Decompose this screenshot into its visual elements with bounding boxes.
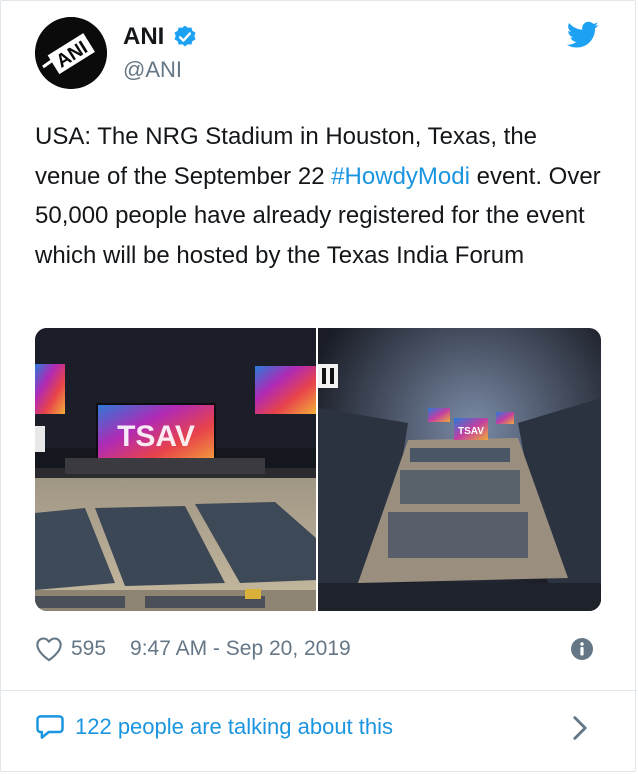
heart-icon[interactable] — [35, 636, 63, 662]
tweet-text: USA: The NRG Stadium in Houston, Texas, … — [35, 117, 605, 275]
stadium-wide-photo[interactable]: TSAV — [318, 328, 601, 611]
author-name[interactable]: ANI — [123, 23, 164, 51]
stadium-stage-photo[interactable]: TSAV — [35, 328, 316, 611]
chevron-right-icon[interactable] — [571, 715, 589, 741]
conversation-text: 122 people are talking about this — [75, 714, 394, 739]
stage-screen-text: TSAV — [117, 420, 195, 453]
verified-badge-icon — [174, 25, 196, 47]
speech-bubble-icon — [36, 715, 64, 739]
media-grid: TSAV TSAV — [35, 328, 601, 611]
author-row: ANI — [123, 23, 198, 51]
wide-screen-text: TSAV — [458, 426, 484, 437]
like-count[interactable]: 595 — [71, 637, 106, 661]
timestamp[interactable]: 9:47 AM - Sep 20, 2019 — [130, 637, 351, 661]
tweet-card: ANI ANI @ANI USA: The NRG Stadium in Hou… — [0, 0, 637, 772]
ani-logo: ANI — [35, 17, 107, 89]
tweet-meta: 595 9:47 AM - Sep 20, 2019 — [35, 633, 351, 665]
divider — [1, 690, 637, 691]
info-icon[interactable] — [570, 637, 594, 661]
author-handle[interactable]: @ANI — [123, 57, 182, 83]
hashtag-link[interactable]: #HowdyModi — [331, 163, 470, 190]
twitter-bird-icon[interactable] — [567, 21, 599, 49]
avatar[interactable]: ANI — [35, 17, 107, 89]
conversation-link[interactable]: 122 people are talking about this — [35, 709, 393, 745]
